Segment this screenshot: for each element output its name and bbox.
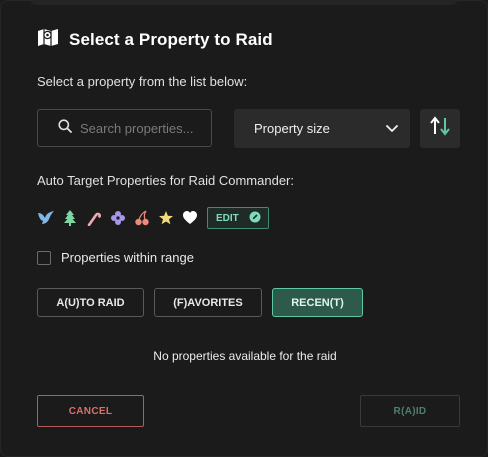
tree-icon — [61, 209, 79, 227]
pencil-circle-icon — [249, 211, 261, 226]
within-range-label: Properties within range — [61, 250, 194, 265]
sort-select[interactable]: Property size — [234, 109, 410, 148]
search-icon — [58, 118, 72, 138]
within-range-toggle[interactable]: Properties within range — [37, 250, 194, 265]
dialog-header: Select a Property to Raid — [37, 27, 273, 52]
sort-arrows-icon — [428, 114, 452, 143]
cherries-icon — [133, 209, 151, 227]
raid-button[interactable]: R(A)ID — [360, 395, 460, 427]
raid-dialog: Select a Property to Raid Select a prope… — [0, 0, 488, 457]
sort-order-button[interactable] — [420, 109, 460, 148]
candy-cane-icon — [85, 209, 103, 227]
bird-icon — [37, 209, 55, 227]
dialog-subtitle: Select a property from the list below: — [37, 74, 248, 89]
tab-favorites[interactable]: (F)AVORITES — [154, 288, 262, 317]
heart-icon — [181, 209, 199, 227]
within-range-checkbox[interactable] — [37, 250, 51, 265]
cancel-label: CANCEL — [68, 405, 113, 417]
top-edge-bar — [29, 0, 459, 5]
auto-target-icons: EDIT — [37, 206, 269, 230]
sort-select-value: Property size — [254, 121, 330, 136]
tab-recent-label: RECEN(T) — [291, 296, 344, 309]
chevron-down-icon — [386, 121, 398, 136]
tab-recent[interactable]: RECEN(T) — [272, 288, 363, 317]
search-box[interactable] — [37, 109, 212, 147]
edit-label: EDIT — [216, 212, 239, 224]
tab-auto-raid-label: A(U)TO RAID — [56, 296, 125, 309]
auto-target-label: Auto Target Properties for Raid Commande… — [37, 173, 294, 188]
tab-auto-raid[interactable]: A(U)TO RAID — [37, 288, 144, 317]
tab-favorites-label: (F)AVORITES — [173, 296, 243, 309]
star-icon — [157, 209, 175, 227]
dialog-title: Select a Property to Raid — [69, 29, 273, 49]
empty-state-message: No properties available for the raid — [153, 349, 337, 363]
search-input[interactable] — [80, 120, 210, 136]
edit-auto-target-button[interactable]: EDIT — [207, 207, 269, 229]
flower-icon — [109, 209, 127, 227]
map-pin-icon — [37, 27, 59, 52]
raid-label: R(A)ID — [393, 405, 427, 417]
cancel-button[interactable]: CANCEL — [37, 395, 144, 427]
